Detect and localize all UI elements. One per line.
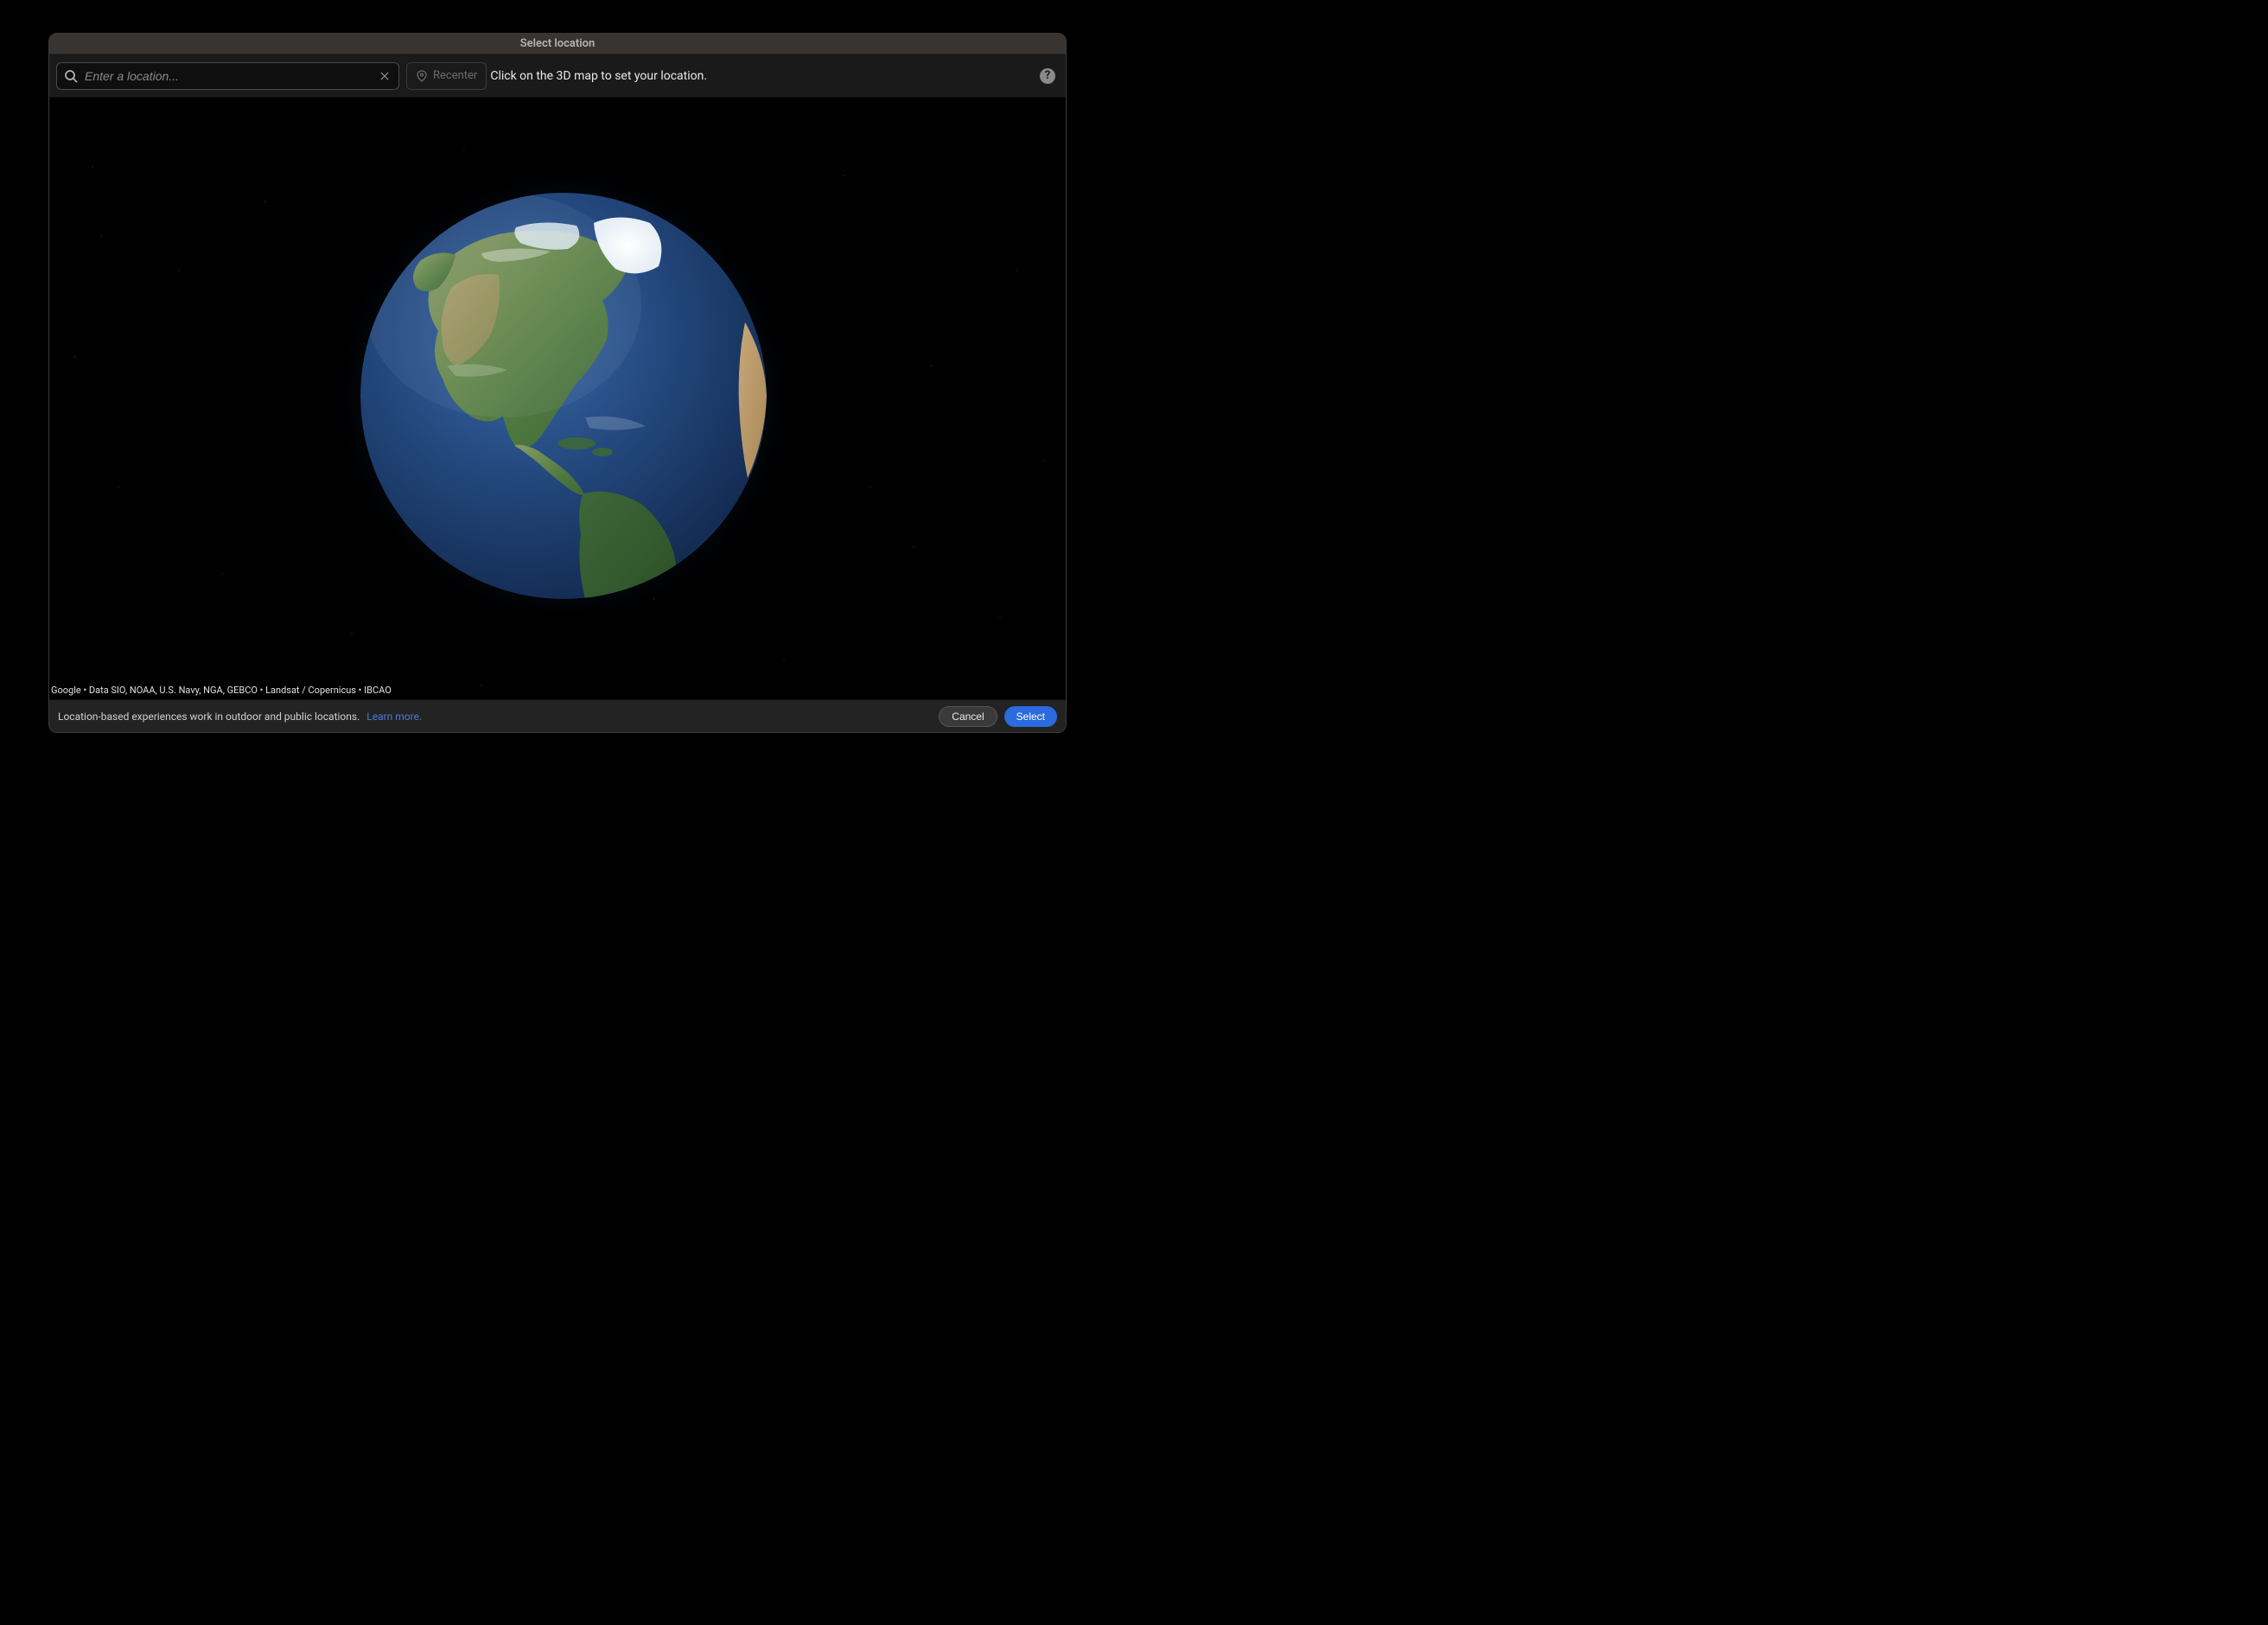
map-3d-viewport[interactable]: Google • Data SIO, NOAA, U.S. Navy, NGA,…	[49, 98, 1066, 699]
recenter-button[interactable]: Recenter	[406, 62, 487, 90]
earth-globe[interactable]	[360, 193, 767, 599]
help-icon: ?	[1045, 69, 1050, 82]
clear-search-button[interactable]	[378, 69, 392, 83]
help-button[interactable]: ?	[1040, 68, 1055, 84]
select-location-window: Select location	[48, 33, 1067, 733]
window-title: Select location	[520, 37, 596, 50]
toolbar: Recenter Click on the 3D map to set your…	[49, 54, 1066, 98]
instruction-text: Click on the 3D map to set your location…	[490, 69, 707, 83]
footer-bar: Location-based experiences work in outdo…	[49, 699, 1066, 732]
window-titlebar: Select location	[49, 34, 1066, 54]
location-pin-icon	[416, 70, 428, 82]
footer-info-text: Location-based experiences work in outdo…	[58, 711, 360, 723]
search-input-wrapper[interactable]	[56, 62, 399, 90]
search-input[interactable]	[85, 69, 378, 83]
recenter-label: Recenter	[433, 69, 477, 82]
learn-more-link[interactable]: Learn more.	[366, 711, 422, 723]
select-button[interactable]: Select	[1004, 706, 1057, 727]
cancel-button[interactable]: Cancel	[939, 706, 997, 727]
earth-globe-graphic	[360, 193, 767, 599]
search-icon	[64, 69, 78, 83]
map-attribution: Google • Data SIO, NOAA, U.S. Navy, NGA,…	[51, 685, 392, 696]
